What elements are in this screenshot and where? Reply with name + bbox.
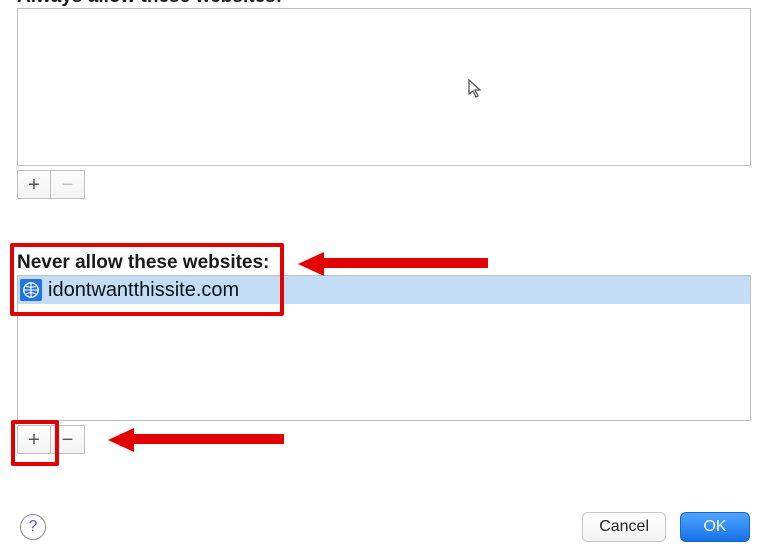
ok-button[interactable]: OK [680,512,750,542]
globe-icon [20,279,42,301]
cancel-button[interactable]: Cancel [582,512,666,542]
never-allow-addremove: + − [17,425,85,454]
footer-buttons: Cancel OK [582,512,750,542]
always-allow-list[interactable] [17,8,751,166]
always-allow-addremove: + − [17,170,85,199]
site-url: idontwantthissite.com [48,279,239,302]
annotation-arrow-icon [298,252,488,276]
help-button[interactable]: ? [20,514,46,540]
never-allow-list[interactable]: idontwantthissite.com [17,275,751,421]
always-allow-add-button[interactable]: + [17,170,51,199]
never-allow-remove-button[interactable]: − [51,425,85,454]
cursor-icon [468,79,484,99]
annotation-arrow-icon [108,428,284,452]
always-allow-label: Always allow these websites: [17,0,282,8]
list-item[interactable]: idontwantthissite.com [18,276,750,304]
always-allow-remove-button[interactable]: − [51,170,85,199]
never-allow-label: Never allow these websites: [17,252,269,274]
never-allow-add-button[interactable]: + [17,425,51,454]
